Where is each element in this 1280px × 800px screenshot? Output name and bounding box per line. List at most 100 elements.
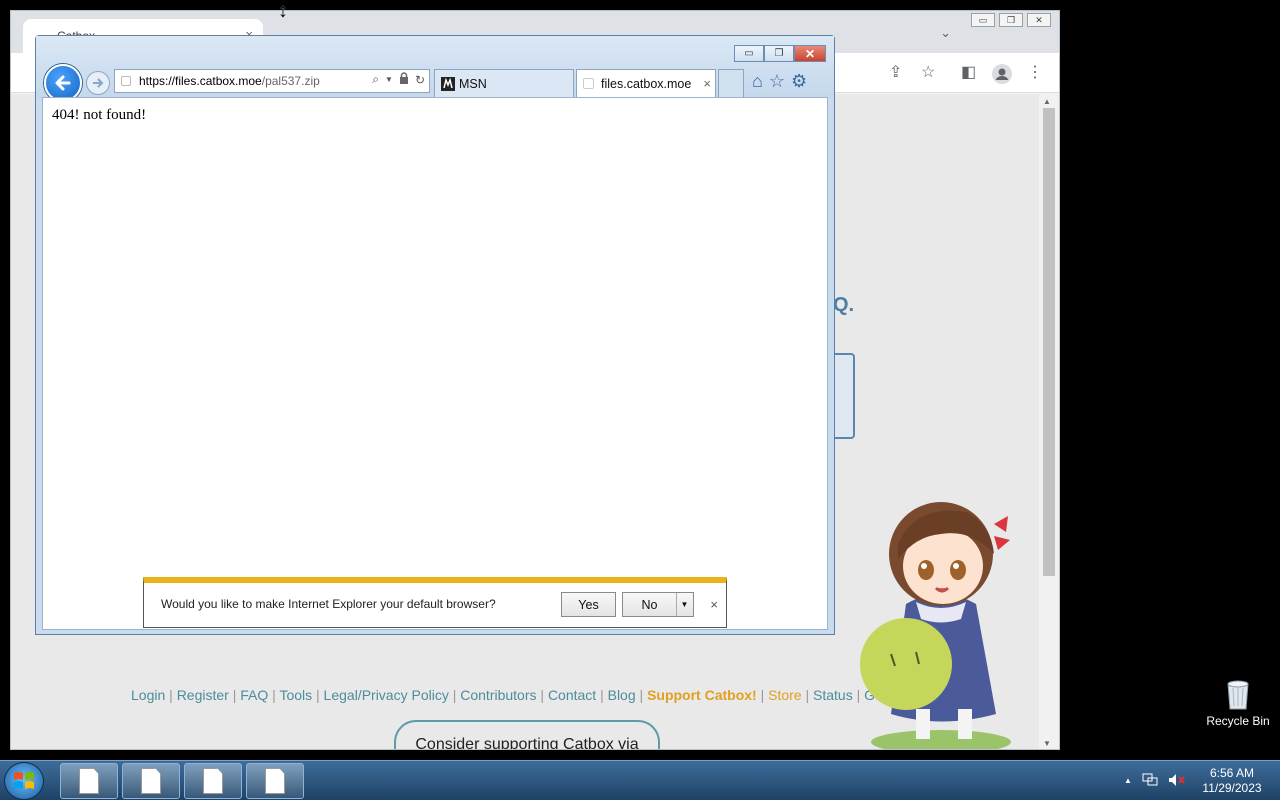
forward-arrow-icon [93, 78, 104, 88]
ie-maximize-icon[interactable]: ❐ [764, 45, 794, 62]
tab-files-catbox[interactable]: files.catbox.moe × [576, 69, 716, 97]
footer-separator: | [536, 687, 548, 703]
faq-heading-fragment: Q. [833, 294, 855, 316]
back-arrow-icon [55, 75, 71, 91]
windows-logo-icon [14, 772, 34, 789]
volume-muted-icon[interactable] [1168, 773, 1186, 790]
ie-right-tools: ⌂ ☆ ⚙ [752, 72, 807, 90]
tab-search-icon[interactable]: ⌄ [940, 25, 951, 41]
system-tray: ▲ [1124, 773, 1186, 790]
address-bar[interactable]: https://files.catbox.moe/pal537.zip ⌕ ▼ … [114, 69, 430, 93]
footer-link-faq[interactable]: FAQ [240, 687, 268, 703]
notification-close-icon[interactable]: × [710, 597, 718, 612]
chrome-maximize-icon[interactable]: ❐ [999, 13, 1023, 27]
chrome-close-icon[interactable]: ✕ [1027, 13, 1051, 27]
taskbar-item-3[interactable] [184, 763, 242, 799]
ie-close-icon[interactable]: ✕ [794, 45, 826, 62]
footer-link-store[interactable]: Store [768, 687, 801, 703]
side-panel-icon[interactable]: ◧ [961, 63, 976, 83]
recycle-bin-icon [1227, 680, 1249, 710]
ie-window: ▭ ❐ ✕ https://files.catbox.moe/pal537.zi… [35, 35, 835, 635]
address-path: /pal537.zip [261, 74, 320, 88]
settings-gear-icon[interactable]: ⚙ [791, 72, 807, 90]
address-bar-icons: ⌕ ▼ ↻ [372, 72, 425, 87]
scroll-up-icon[interactable]: ▲ [1043, 97, 1051, 106]
forward-button[interactable] [86, 71, 110, 95]
notification-text: Would you like to make Internet Explorer… [161, 597, 496, 611]
footer-separator: | [268, 687, 280, 703]
recycle-bin-label: Recycle Bin [1206, 714, 1270, 728]
taskbar-item-1[interactable] [60, 763, 118, 799]
chrome-menu-icon[interactable]: ⋮ [1027, 63, 1043, 83]
recycle-bin[interactable]: Recycle Bin [1202, 678, 1274, 728]
footer-link-support-catbox[interactable]: Support Catbox! [647, 687, 757, 703]
chrome-window-controls: ▭ ❐ ✕ [971, 13, 1051, 27]
footer-link-login[interactable]: Login [131, 687, 165, 703]
home-icon[interactable]: ⌂ [752, 72, 763, 90]
tab-msn[interactable]: MSN [434, 69, 574, 97]
document-icon [141, 768, 161, 794]
dropdown-arrow-icon[interactable]: ▼ [385, 75, 393, 84]
address-domain: https://files.catbox.moe [139, 74, 262, 88]
tab-msn-label: MSN [459, 77, 487, 91]
scroll-down-icon[interactable]: ▼ [1043, 739, 1051, 748]
catbox-mascot-image [860, 502, 1011, 749]
default-browser-notification: Would you like to make Internet Explorer… [143, 577, 727, 628]
new-tab-button[interactable] [718, 69, 744, 97]
footer-link-blog[interactable]: Blog [608, 687, 636, 703]
footer-separator: | [312, 687, 324, 703]
consider-supporting-banner: Consider supporting Catbox via [394, 720, 660, 750]
tab-files-catbox-label: files.catbox.moe [601, 77, 692, 91]
chrome-scrollbar[interactable]: ▲ ▼ [1039, 94, 1059, 749]
share-icon[interactable]: ⇪ [889, 63, 902, 83]
footer-link-legal-privacy-policy[interactable]: Legal/Privacy Policy [324, 687, 449, 703]
footer-links: Login | Register | FAQ | Tools | Legal/P… [131, 687, 924, 703]
document-icon [203, 768, 223, 794]
footer-link-tools[interactable]: Tools [279, 687, 312, 703]
profile-avatar-icon[interactable] [991, 63, 1013, 91]
footer-separator: | [165, 687, 177, 703]
footer-separator: | [801, 687, 814, 703]
footer-separator: | [596, 687, 608, 703]
footer-separator: | [756, 687, 769, 703]
start-button[interactable] [4, 762, 44, 800]
taskbar-clock[interactable]: 6:56 AM 11/29/2023 [1190, 766, 1274, 796]
consider-text: Consider supporting Catbox via [415, 736, 639, 750]
show-hidden-icons-icon[interactable]: ▲ [1124, 773, 1132, 790]
clock-date: 11/29/2023 [1202, 781, 1262, 795]
footer-separator: | [448, 687, 461, 703]
refresh-icon[interactable]: ↻ [415, 73, 425, 87]
site-favicon-icon [121, 76, 131, 86]
yes-button-label: Yes [578, 597, 599, 612]
ie-window-controls: ▭ ❐ ✕ [734, 45, 826, 62]
taskbar-item-4[interactable] [246, 763, 304, 799]
document-icon [79, 768, 99, 794]
taskbar: ▲ 6:56 AM 11/29/2023 [0, 760, 1280, 800]
footer-link-contributors[interactable]: Contributors [460, 687, 536, 703]
footer-separator: | [228, 687, 241, 703]
yes-button[interactable]: Yes [561, 592, 616, 617]
not-found-message: 404! not found! [52, 107, 147, 123]
chrome-minimize-icon[interactable]: ▭ [971, 13, 995, 27]
no-split-button[interactable]: No ▼ [622, 592, 694, 617]
ie-minimize-icon[interactable]: ▭ [734, 45, 764, 62]
bookmark-star-icon[interactable]: ☆ [921, 63, 935, 83]
resize-cursor-icon: ↕ [278, 0, 288, 22]
lock-icon[interactable] [399, 72, 409, 87]
msn-logo-icon [441, 77, 455, 91]
footer-link-register[interactable]: Register [177, 687, 229, 703]
scrollbar-thumb[interactable] [1043, 108, 1055, 576]
favorites-star-icon[interactable]: ☆ [769, 72, 785, 90]
tab-close-icon[interactable]: × [703, 76, 711, 91]
clock-time: 6:56 AM [1209, 766, 1255, 780]
footer-separator: | [635, 687, 648, 703]
taskbar-item-2[interactable] [122, 763, 180, 799]
catbox-favicon-icon [583, 78, 594, 89]
ie-page-content: 404! not found! [42, 97, 828, 630]
document-icon [265, 768, 285, 794]
search-icon[interactable]: ⌕ [372, 72, 379, 87]
no-button-label[interactable]: No [623, 593, 677, 616]
footer-link-contact[interactable]: Contact [548, 687, 596, 703]
network-icon[interactable] [1142, 773, 1158, 790]
no-dropdown-icon[interactable]: ▼ [676, 593, 693, 616]
